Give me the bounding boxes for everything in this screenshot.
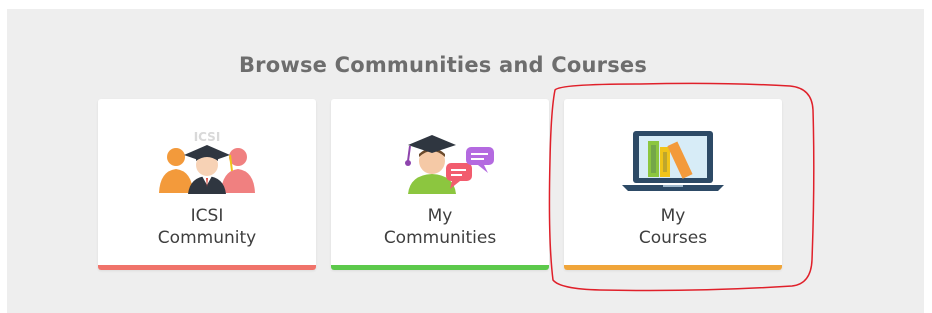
my-courses-card[interactable]: My Courses [564, 99, 782, 270]
card-label: My Communities [383, 206, 497, 248]
browse-panel: Browse Communities and Courses ICSI ICSI… [7, 9, 924, 313]
my-communities-card[interactable]: My Communities [331, 99, 549, 270]
community-graduate-icon: ICSI [159, 130, 255, 194]
card-accent-bar [564, 265, 782, 270]
card-label: ICSI Community [157, 206, 257, 248]
student-chat-icon [405, 135, 494, 194]
card-accent-bar [98, 265, 316, 270]
card-label: My Courses [638, 206, 708, 248]
svg-text:ICSI: ICSI [194, 130, 221, 144]
laptop-books-icon [622, 131, 724, 191]
section-title: Browse Communities and Courses [238, 53, 648, 77]
card-accent-bar [331, 265, 549, 270]
icsi-community-card[interactable]: ICSI ICSI Community [98, 99, 316, 270]
